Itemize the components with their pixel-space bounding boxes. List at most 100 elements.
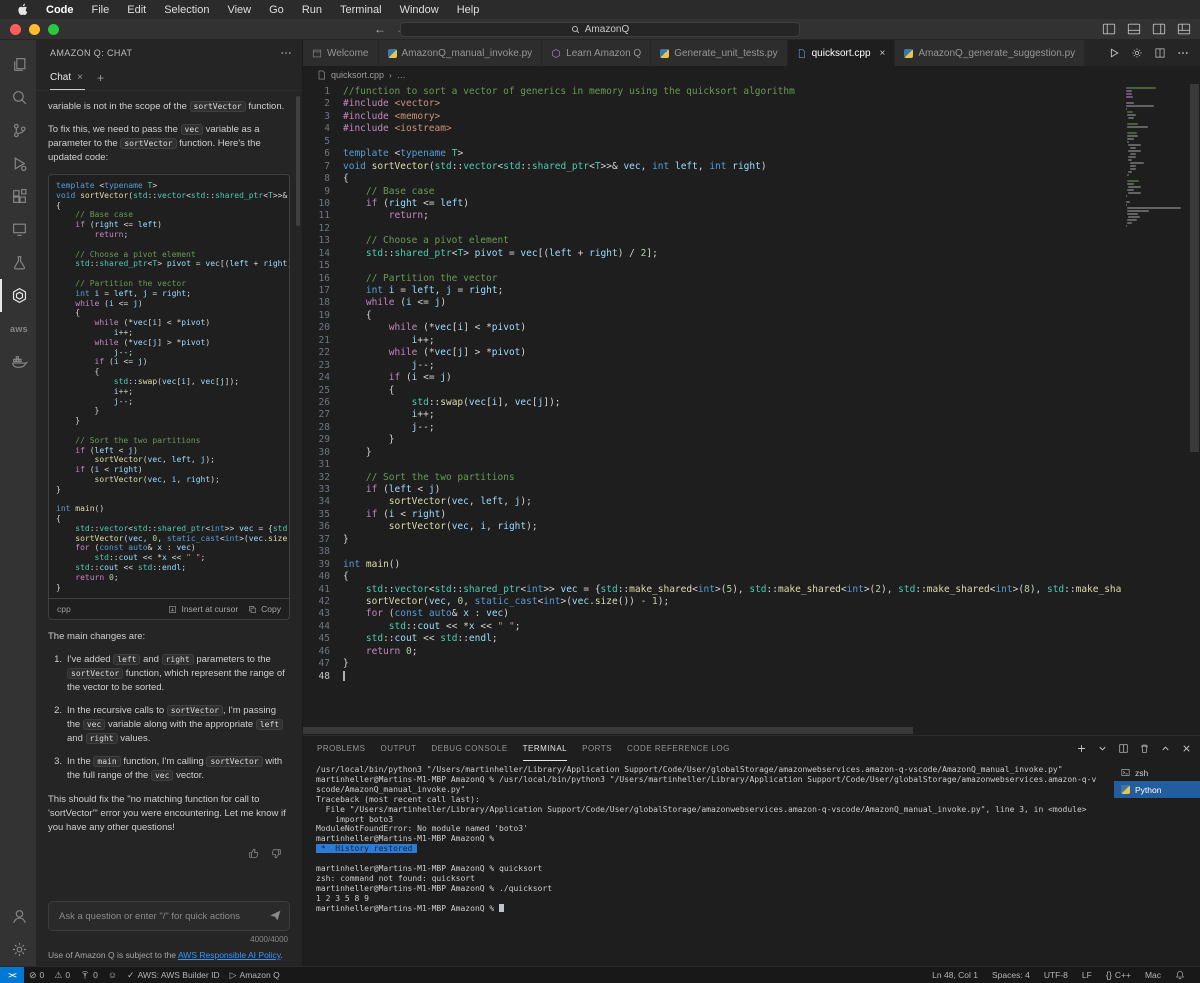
code-line[interactable]: 11 return; bbox=[303, 210, 1122, 222]
responsible-ai-policy-link[interactable]: AWS Responsible AI Policy bbox=[178, 950, 281, 960]
line-number[interactable]: 43 bbox=[303, 608, 330, 620]
activity-docker-icon[interactable] bbox=[0, 345, 36, 378]
code-line[interactable]: 15 bbox=[303, 260, 1122, 272]
code-line[interactable]: 10 if (right <= left) bbox=[303, 198, 1122, 210]
thumbs-up-icon[interactable] bbox=[248, 848, 259, 859]
panel-tab-problems[interactable]: PROBLEMS bbox=[317, 736, 365, 761]
run-file-icon[interactable] bbox=[1108, 47, 1120, 59]
toggle-panel-icon[interactable] bbox=[1127, 22, 1141, 36]
activity-extensions-icon[interactable] bbox=[0, 180, 36, 213]
new-chat-tab-button[interactable]: + bbox=[97, 71, 104, 85]
status-amazon-q[interactable]: ▷Amazon Q bbox=[225, 970, 285, 980]
code-line[interactable]: 27 i++; bbox=[303, 409, 1122, 421]
code-line[interactable]: 28 j--; bbox=[303, 422, 1122, 434]
code-line[interactable]: 22 while (*vec[j] > *pivot) bbox=[303, 347, 1122, 359]
remote-indicator[interactable]: >< bbox=[0, 967, 24, 983]
code-line[interactable]: 24 if (i <= j) bbox=[303, 372, 1122, 384]
code-line[interactable]: 18 while (i <= j) bbox=[303, 297, 1122, 309]
line-number[interactable]: 32 bbox=[303, 472, 330, 484]
insert-at-cursor-button[interactable]: Insert at cursor bbox=[168, 602, 238, 616]
panel-tab-output[interactable]: OUTPUT bbox=[380, 736, 416, 761]
code-line[interactable]: 36 sortVector(vec, i, right); bbox=[303, 521, 1122, 533]
line-number[interactable]: 8 bbox=[303, 173, 330, 185]
line-number[interactable]: 9 bbox=[303, 186, 330, 198]
status-mac[interactable]: Mac bbox=[1138, 970, 1168, 980]
code-line[interactable]: 37} bbox=[303, 534, 1122, 546]
status-spaces-4[interactable]: Spaces: 4 bbox=[985, 970, 1037, 980]
close-window-button[interactable] bbox=[10, 24, 21, 35]
activity-aws-icon[interactable]: aws bbox=[0, 312, 36, 345]
editor-horizontal-scrollbar[interactable] bbox=[303, 727, 913, 734]
panel-tab-terminal[interactable]: TERMINAL bbox=[523, 736, 567, 761]
thumbs-down-icon[interactable] bbox=[271, 848, 282, 859]
code-line[interactable]: 7void sortVector(std::vector<std::shared… bbox=[303, 161, 1122, 173]
status-ln-48-col-1[interactable]: Ln 48, Col 1 bbox=[925, 970, 985, 980]
line-number[interactable]: 37 bbox=[303, 534, 330, 546]
editor-tab-amazonq-manual-invoke-py[interactable]: AmazonQ_manual_invoke.py bbox=[379, 40, 543, 66]
code-line[interactable]: 26 std::swap(vec[i], vec[j]); bbox=[303, 397, 1122, 409]
status-lf[interactable]: LF bbox=[1075, 970, 1099, 980]
code-line[interactable]: 14 std::shared_ptr<T> pivot = vec[(left … bbox=[303, 248, 1122, 260]
chat-input[interactable] bbox=[48, 901, 290, 931]
activity-amazon-q-icon[interactable] bbox=[0, 279, 36, 312]
activity-search-icon[interactable] bbox=[0, 81, 36, 114]
line-number[interactable]: 21 bbox=[303, 335, 330, 347]
activity-testing-icon[interactable] bbox=[0, 246, 36, 279]
code-line[interactable]: 45 std::cout << std::endl; bbox=[303, 633, 1122, 645]
copy-button[interactable]: Copy bbox=[248, 602, 281, 616]
code-line[interactable]: 42 sortVector(vec, 0, static_cast<int>(v… bbox=[303, 596, 1122, 608]
code-line[interactable]: 44 std::cout << *x << " "; bbox=[303, 621, 1122, 633]
minimize-window-button[interactable] bbox=[29, 24, 40, 35]
editor-more-actions-icon[interactable] bbox=[1177, 47, 1189, 59]
code-line[interactable]: 38 bbox=[303, 546, 1122, 558]
activity-run-debug-icon[interactable] bbox=[0, 147, 36, 180]
code-line[interactable]: 2#include <vector> bbox=[303, 98, 1122, 110]
close-tab-icon[interactable]: × bbox=[880, 48, 886, 59]
activity-source-control-icon[interactable] bbox=[0, 114, 36, 147]
line-number[interactable]: 40 bbox=[303, 571, 330, 583]
menu-item-terminal[interactable]: Terminal bbox=[331, 4, 391, 16]
line-number[interactable]: 35 bbox=[303, 509, 330, 521]
line-number[interactable]: 48 bbox=[303, 671, 330, 683]
toggle-sidebar-icon[interactable] bbox=[1102, 22, 1116, 36]
code-line[interactable]: 19 { bbox=[303, 310, 1122, 322]
line-number[interactable]: 45 bbox=[303, 633, 330, 645]
breadcrumb[interactable]: quicksort.cpp › … bbox=[303, 66, 1200, 84]
line-number[interactable]: 5 bbox=[303, 136, 330, 148]
menu-item-window[interactable]: Window bbox=[391, 4, 448, 16]
sidebar-more-actions-icon[interactable] bbox=[280, 47, 292, 59]
split-terminal-icon[interactable] bbox=[1118, 743, 1129, 754]
editor-tab-amazonq-generate-suggestion-py[interactable]: AmazonQ_generate_suggestion.py bbox=[895, 40, 1085, 66]
new-terminal-icon[interactable] bbox=[1076, 743, 1087, 754]
line-number[interactable]: 41 bbox=[303, 584, 330, 596]
line-number[interactable]: 22 bbox=[303, 347, 330, 359]
toggle-secondary-sidebar-icon[interactable] bbox=[1152, 22, 1166, 36]
command-center-search[interactable]: AmazonQ bbox=[400, 22, 800, 37]
terminal-instance-zsh[interactable]: zsh bbox=[1114, 764, 1200, 781]
line-number[interactable]: 39 bbox=[303, 559, 330, 571]
activity-settings-icon[interactable] bbox=[0, 933, 36, 966]
code-line[interactable]: 33 if (left < j) bbox=[303, 484, 1122, 496]
terminal-output[interactable]: /usr/local/bin/python3 "/Users/martinhel… bbox=[303, 761, 1114, 966]
code-line[interactable]: 41 std::vector<std::shared_ptr<int>> vec… bbox=[303, 584, 1122, 596]
line-number[interactable]: 11 bbox=[303, 210, 330, 222]
menu-item-selection[interactable]: Selection bbox=[155, 4, 218, 16]
line-number[interactable]: 6 bbox=[303, 148, 330, 160]
minimap[interactable] bbox=[1126, 87, 1184, 230]
line-number[interactable]: 18 bbox=[303, 297, 330, 309]
panel-tab-ports[interactable]: PORTS bbox=[582, 736, 612, 761]
editor-tab-learn-amazon-q[interactable]: Learn Amazon Q bbox=[542, 40, 651, 66]
editor-tab-generate-unit-tests-py[interactable]: Generate_unit_tests.py bbox=[651, 40, 787, 66]
code-line[interactable]: 31 bbox=[303, 459, 1122, 471]
menu-item-file[interactable]: File bbox=[83, 4, 119, 16]
code-line[interactable]: 48 bbox=[303, 671, 1122, 683]
code-line[interactable]: 43 for (const auto& x : vec) bbox=[303, 608, 1122, 620]
line-number[interactable]: 12 bbox=[303, 223, 330, 235]
code-line[interactable]: 21 i++; bbox=[303, 335, 1122, 347]
code-line[interactable]: 12 bbox=[303, 223, 1122, 235]
apple-menu-icon[interactable] bbox=[18, 3, 29, 16]
code-line[interactable]: 6template <typename T> bbox=[303, 148, 1122, 160]
maximize-panel-icon[interactable] bbox=[1160, 743, 1171, 754]
line-number[interactable]: 1 bbox=[303, 86, 330, 98]
code-line[interactable]: 3#include <memory> bbox=[303, 111, 1122, 123]
